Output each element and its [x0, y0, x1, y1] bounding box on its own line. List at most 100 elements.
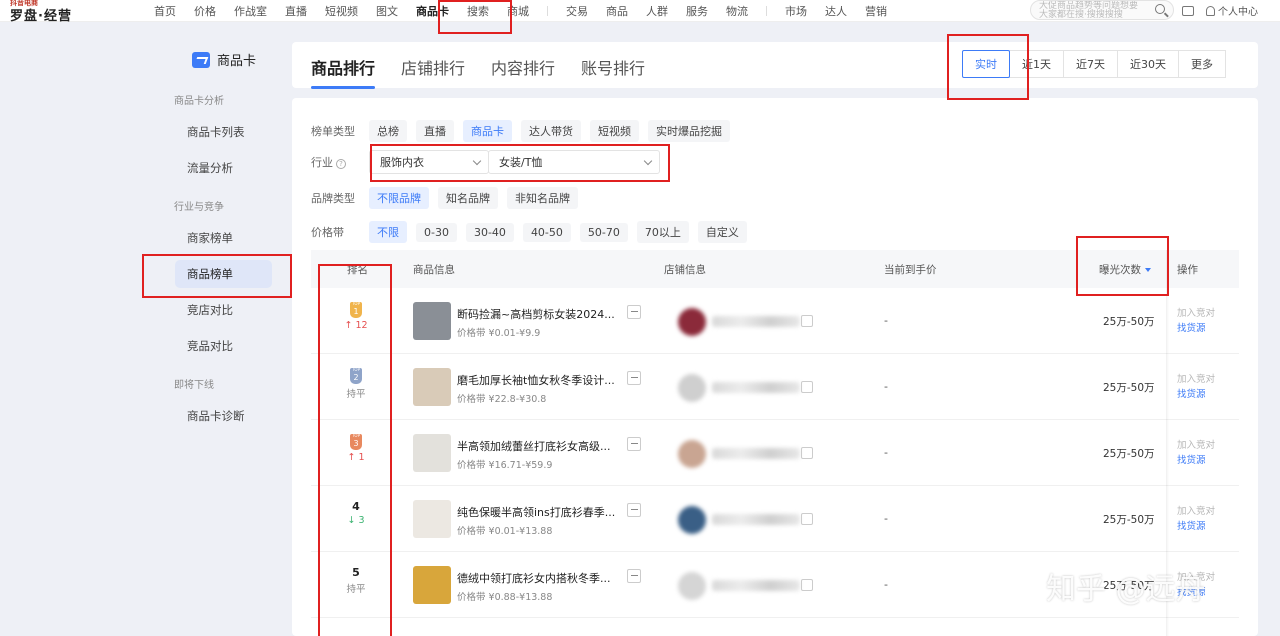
price-chip-2[interactable]: 30-40 [465, 222, 514, 242]
nav-item-6[interactable]: 商品卡 [416, 3, 449, 19]
find-source-link[interactable]: 找货源 [1177, 321, 1215, 336]
table-row[interactable]: 4 ↓ 3 纯色保暖半高领ins打底衫春季... 价格带 ¥0.01-¥13.88-2… [311, 486, 1239, 552]
table-row[interactable]: 3↑ 1半高领加绒蕾丝打底衫女高级...价格带 ¥16.71-¥59.9-25万… [311, 420, 1239, 486]
sidebar-item-merchant-ranking[interactable]: 商家榜单 [175, 224, 272, 252]
find-source-link[interactable]: 找货源 [1177, 387, 1215, 402]
industry-select-primary[interactable]: 服饰内衣 [369, 150, 489, 174]
time-7day-button[interactable]: 近7天 [1063, 50, 1118, 78]
tab-shop-ranking[interactable]: 店铺排行 [401, 55, 465, 89]
nav-item-10[interactable]: 商品 [606, 3, 628, 19]
time-1day-button[interactable]: 近1天 [1009, 50, 1064, 78]
board-chip-4[interactable]: 短视频 [590, 120, 639, 142]
nav-item-3[interactable]: 直播 [285, 3, 307, 19]
product-name[interactable]: 纯色保暖半高领ins打底衫春季... [457, 504, 627, 520]
hand-price: - [884, 578, 888, 591]
shop-scan-icon[interactable] [801, 315, 813, 327]
shop-name-blurred [712, 316, 800, 327]
add-competitor-button[interactable]: 加入竞对 [1177, 372, 1215, 387]
sidebar-item-card-list[interactable]: 商品卡列表 [175, 118, 272, 146]
global-search-input[interactable]: 大促商品趋势等问题想要 大家都在搜·搜搜搜搜 [1030, 0, 1174, 20]
product-name[interactable]: 磨毛加厚长袖t恤女秋冬季设计... [457, 372, 627, 388]
add-competitor-button[interactable]: 加入竞对 [1177, 504, 1215, 519]
help-icon[interactable]: ? [336, 159, 346, 169]
nav-item-4[interactable]: 短视频 [325, 3, 358, 19]
shop-scan-icon[interactable] [801, 381, 813, 393]
nav-item-14[interactable]: 市场 [785, 3, 807, 19]
sidebar-item-shop-compare[interactable]: 竞店对比 [175, 296, 272, 324]
brand-chip-0[interactable]: 不限品牌 [369, 187, 429, 209]
sidebar-item-product-compare[interactable]: 竞品对比 [175, 332, 272, 360]
board-chip-3[interactable]: 达人带货 [521, 120, 581, 142]
shop-scan-icon[interactable] [801, 447, 813, 459]
sidebar-item-traffic-analysis[interactable]: 流量分析 [175, 154, 272, 182]
shop-avatar [678, 572, 706, 600]
table-row[interactable]: 2 持平 磨毛加厚长袖t恤女秋冬季设计... 价格带 ¥22.8-¥30.8 - 25万-… [311, 354, 1239, 420]
user-icon[interactable] [1206, 5, 1215, 16]
tab-account-ranking[interactable]: 账号排行 [581, 55, 645, 89]
price-chip-6[interactable]: 自定义 [697, 221, 747, 243]
product-name[interactable]: 德绒中领打底衫女内搭秋冬季... [457, 570, 627, 586]
product-thumbnail[interactable] [413, 500, 451, 538]
nav-item-5[interactable]: 图文 [376, 3, 398, 19]
scan-icon[interactable] [627, 569, 641, 583]
board-chip-1[interactable]: 直播 [416, 120, 454, 142]
board-type-filter: 榜单类型 总榜 直播 商品卡 达人带货 短视频 实时爆品挖掘 [311, 120, 739, 142]
product-name[interactable]: 断码捡漏~高档剪标女装2024... [457, 306, 627, 322]
product-thumbnail[interactable] [413, 434, 451, 472]
time-30day-button[interactable]: 近30天 [1117, 50, 1179, 78]
scan-icon[interactable] [627, 371, 641, 385]
shop-scan-icon[interactable] [801, 579, 813, 591]
rank-number: 4 [352, 500, 360, 513]
price-chip-1[interactable]: 0-30 [416, 222, 457, 242]
sidebar-item-card-diagnosis[interactable]: 商品卡诊断 [175, 402, 272, 430]
nav-item-11[interactable]: 人群 [646, 3, 668, 19]
brand-chip-2[interactable]: 非知名品牌 [507, 187, 578, 209]
nav-item-13[interactable]: 物流 [726, 3, 748, 19]
hand-price: - [884, 314, 888, 327]
price-chip-0[interactable]: 不限 [369, 221, 407, 243]
product-name[interactable]: 半高领加绒蕾丝打底衫女高级... [457, 438, 627, 454]
nav-item-16[interactable]: 营销 [865, 3, 887, 19]
app-logo[interactable]: 抖音电商 罗盘·经营 [8, 0, 88, 24]
product-thumbnail[interactable] [413, 368, 451, 406]
time-realtime-button[interactable]: 实时 [962, 50, 1010, 78]
rank-medal-icon: 3 [350, 433, 362, 450]
nav-item-15[interactable]: 达人 [825, 3, 847, 19]
board-chip-0[interactable]: 总榜 [369, 120, 407, 142]
brand-chip-1[interactable]: 知名品牌 [438, 187, 498, 209]
table-row[interactable]: 1 ↑ 12 断码捡漏~高档剪标女装2024... 价格带 ¥0.01-¥9.9 - 25… [311, 288, 1239, 354]
board-chip-2[interactable]: 商品卡 [463, 120, 512, 142]
user-center-link[interactable]: 个人中心 [1218, 3, 1258, 18]
add-competitor-button[interactable]: 加入竞对 [1177, 438, 1215, 453]
price-chip-5[interactable]: 70以上 [636, 221, 689, 243]
price-chip-4[interactable]: 50-70 [579, 222, 628, 242]
tab-product-ranking[interactable]: 商品排行 [311, 55, 376, 89]
industry-select-secondary[interactable]: 女装/T恤 [488, 150, 660, 174]
scan-icon[interactable] [627, 437, 641, 451]
nav-item-7[interactable]: 搜索 [467, 3, 489, 19]
shop-avatar [678, 308, 706, 336]
board-chip-5[interactable]: 实时爆品挖掘 [648, 120, 730, 142]
nav-item-2[interactable]: 作战室 [234, 3, 267, 19]
nav-item-1[interactable]: 价格 [194, 3, 216, 19]
nav-item-0[interactable]: 首页 [154, 3, 176, 19]
sidebar-item-product-ranking[interactable]: 商品榜单 [175, 260, 272, 288]
add-competitor-button[interactable]: 加入竞对 [1177, 306, 1215, 321]
message-icon[interactable] [1182, 5, 1194, 16]
scan-icon[interactable] [627, 305, 641, 319]
header-exposure-sort[interactable]: 曝光次数 [1099, 262, 1151, 277]
find-source-link[interactable]: 找货源 [1177, 453, 1215, 468]
product-thumbnail[interactable] [413, 566, 451, 604]
tab-content-ranking[interactable]: 内容排行 [491, 55, 555, 89]
shop-name-blurred [712, 580, 800, 591]
shop-scan-icon[interactable] [801, 513, 813, 525]
search-icon[interactable] [1155, 4, 1165, 14]
scan-icon[interactable] [627, 503, 641, 517]
price-chip-3[interactable]: 40-50 [522, 222, 571, 242]
nav-item-12[interactable]: 服务 [686, 3, 708, 19]
nav-item-8[interactable]: 商城 [507, 3, 529, 19]
time-more-button[interactable]: 更多 [1178, 50, 1226, 78]
product-thumbnail[interactable] [413, 302, 451, 340]
nav-item-9[interactable]: 交易 [566, 3, 588, 19]
find-source-link[interactable]: 找货源 [1177, 519, 1215, 534]
